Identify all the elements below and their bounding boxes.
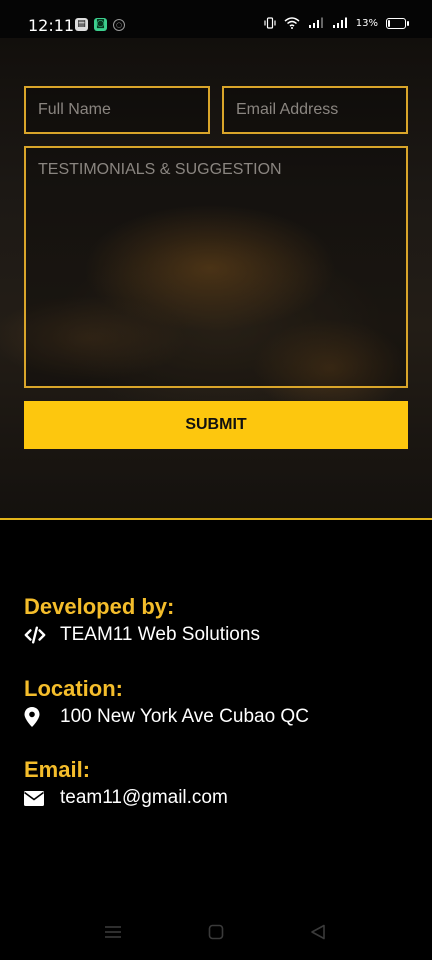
status-time: 12:11: [28, 16, 75, 35]
developed-by-heading: Developed by:: [24, 594, 175, 619]
menu-icon[interactable]: [104, 924, 122, 944]
battery-percent: 13%: [355, 17, 378, 29]
testimonials-textarea[interactable]: [24, 146, 408, 388]
footer: Developed by: TEAM11 Web Solutions Locat…: [0, 520, 432, 900]
vibrate-icon: [264, 17, 276, 29]
signal-icon: [332, 17, 347, 28]
email-info: team11@gmail.com: [24, 787, 228, 809]
code-icon: [24, 625, 46, 645]
system-indicators: 13%: [264, 17, 409, 29]
email-address: team11@gmail.com: [60, 787, 228, 808]
battery-icon: [386, 17, 409, 29]
location-address: 100 New York Ave Cubao QC: [60, 706, 309, 727]
full-name-input[interactable]: [24, 86, 210, 134]
map-marker-icon: [24, 707, 46, 727]
feedback-section: SUBMIT: [0, 38, 432, 520]
back-icon[interactable]: [310, 924, 326, 944]
submit-button[interactable]: SUBMIT: [24, 401, 408, 449]
app-notification-icon: ◙: [94, 18, 107, 31]
envelope-icon: [24, 788, 46, 808]
sim-card-icon: ▤: [75, 18, 88, 31]
system-navigation-bar: [0, 910, 432, 960]
email-heading: Email:: [24, 757, 91, 782]
notification-icons: ▤ ◙ ○: [75, 18, 125, 31]
location-heading: Location:: [24, 676, 123, 701]
vpn-icon: ○: [113, 19, 125, 31]
home-icon[interactable]: [208, 924, 224, 944]
signal-icon: [308, 17, 323, 28]
status-bar: 12:11 ▤ ◙ ○ 13%: [0, 0, 432, 38]
location-info: 100 New York Ave Cubao QC: [24, 706, 309, 728]
battery-level: [388, 19, 390, 27]
developer-name: TEAM11 Web Solutions: [60, 624, 260, 645]
wifi-icon: [284, 17, 300, 29]
developer-info: TEAM11 Web Solutions: [24, 624, 260, 646]
email-address-input[interactable]: [222, 86, 408, 134]
